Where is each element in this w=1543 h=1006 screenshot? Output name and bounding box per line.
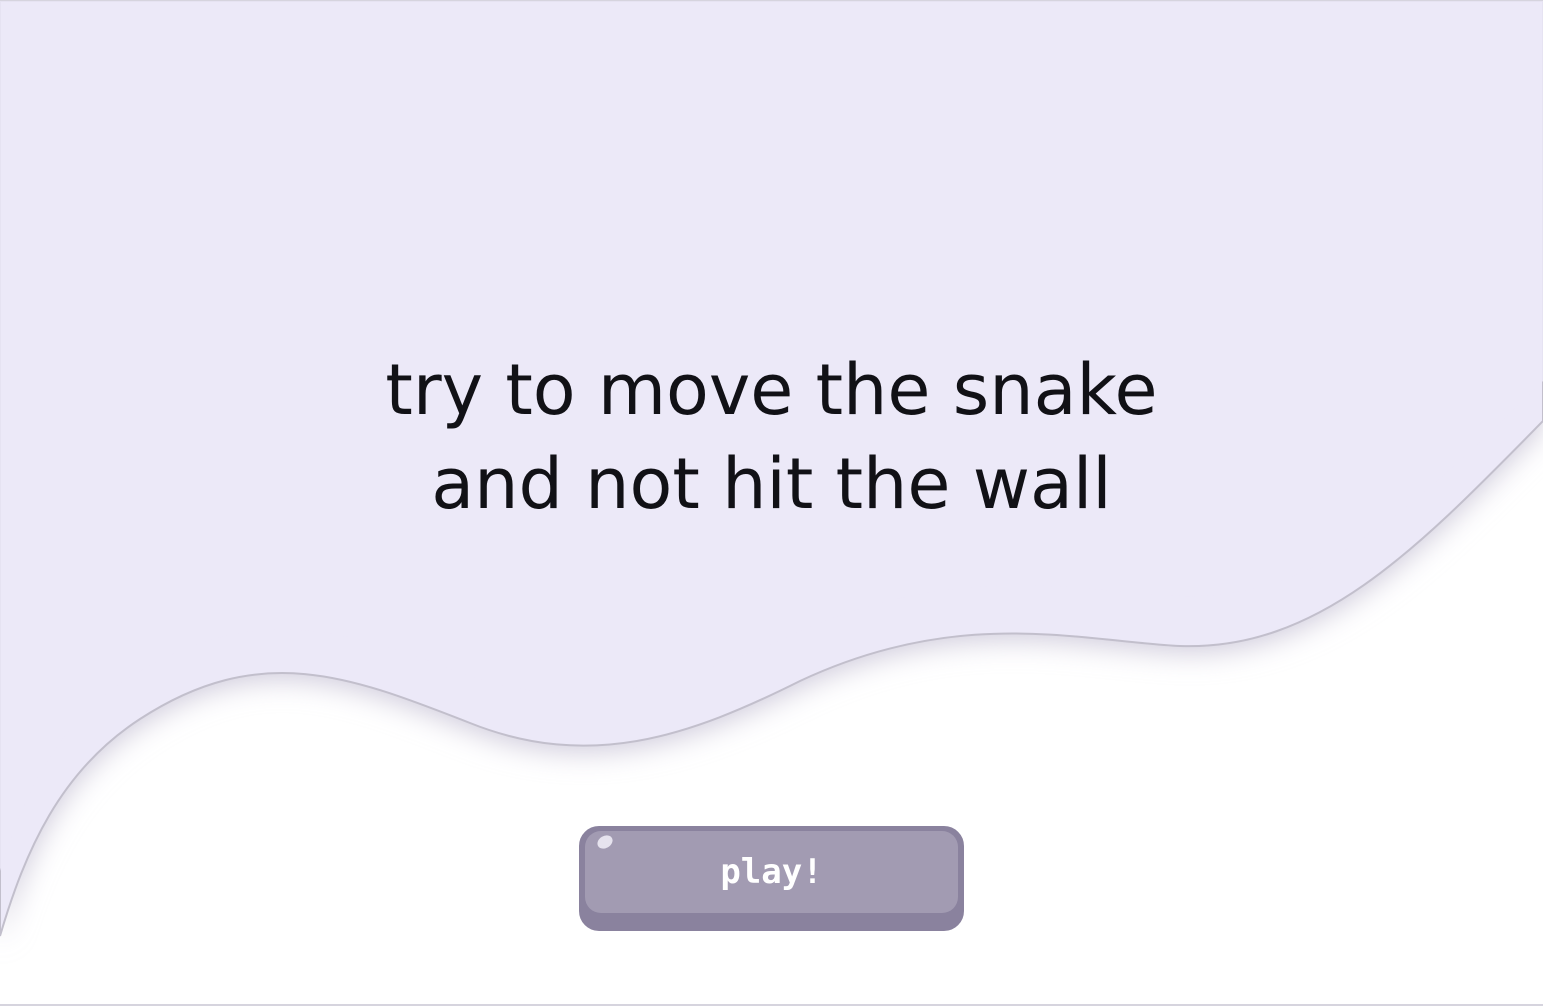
- game-screen: try to move the snake and not hit the wa…: [0, 0, 1543, 1006]
- instructions-line-1: try to move the snake: [385, 349, 1158, 431]
- play-button-label: play!: [720, 852, 823, 892]
- instructions-line-2: and not hit the wall: [431, 443, 1112, 525]
- play-button-face: play!: [585, 831, 958, 913]
- instructions-text: try to move the snake and not hit the wa…: [0, 343, 1543, 531]
- play-button[interactable]: play!: [579, 826, 964, 931]
